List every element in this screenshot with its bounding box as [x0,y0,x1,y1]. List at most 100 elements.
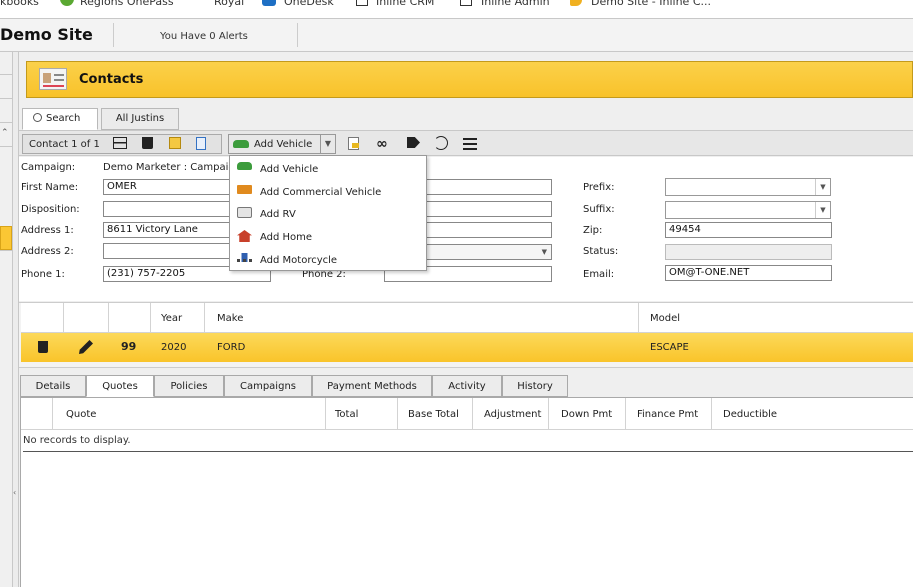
address2-label: Address 2: [21,246,74,257]
bookmark-item[interactable]: Inline CRM [376,0,434,8]
document-add-icon[interactable] [196,137,206,150]
divider [0,250,13,251]
campaign-value: Demo Marketer : Campaign [103,162,242,173]
tab-search[interactable]: Search [22,108,98,130]
tab-label: Details [35,381,71,392]
column-header-deductible[interactable]: Deductible [723,409,777,420]
divider [0,146,13,147]
tab-policies[interactable]: Policies [154,375,224,397]
column-header-down-pmt[interactable]: Down Pmt [561,409,612,420]
quote-icon[interactable]: 99 [121,340,136,353]
bookmarks-bar: kbooks Regions OnePass Royal OneDesk Inl… [0,0,913,18]
column-divider [108,303,109,333]
empty-message: No records to display. [23,432,913,452]
email-input[interactable]: OM@T-ONE.NET [665,265,832,281]
vehicle-grid-header: Year Make Model [21,303,913,333]
tab-payment-methods[interactable]: Payment Methods [312,375,432,397]
splitter-arrow-icon[interactable]: ‹ [13,488,16,497]
column-header-finance-pmt[interactable]: Finance Pmt [637,409,698,420]
delete-icon[interactable] [38,341,48,353]
demo-site-icon [570,0,582,6]
tab-label: History [517,381,553,392]
zip-input[interactable]: 49454 [665,222,832,238]
left-nav-rail: ⌃ [0,52,13,587]
chevron-down-icon: ▼ [815,179,830,195]
rv-icon [237,207,252,218]
menu-item-add-commercial-vehicle[interactable]: Add Commercial Vehicle [230,181,426,203]
column-divider [63,303,64,333]
bookmark-item[interactable]: OneDesk [284,0,334,8]
contact-counter: Contact 1 of 1 [29,139,100,150]
column-divider [325,398,326,430]
menu-item-add-motorcycle[interactable]: Add Motorcycle [230,249,426,271]
car-icon [237,162,252,170]
tab-history[interactable]: History [502,375,568,397]
note-icon[interactable] [169,137,181,149]
column-header-make[interactable]: Make [217,313,243,324]
search-icon [33,113,42,122]
motorcycle-icon [237,253,252,262]
suffix-select[interactable]: ▼ [665,201,831,219]
tab-quotes[interactable]: Quotes [86,375,154,397]
phone1-label: Phone 1: [21,269,65,280]
prefix-select[interactable]: ▼ [665,178,831,196]
tab-label: Payment Methods [327,381,417,392]
edit-icon[interactable] [79,340,93,354]
menu-item-label: Add Home [260,232,313,243]
table-row[interactable]: 99 2020 FORD ESCAPE [21,333,913,362]
first-name-label: First Name: [21,182,79,193]
bookmark-item[interactable]: Regions OnePass [80,0,174,8]
page-icon [460,0,472,6]
bookmark-item[interactable]: kbooks [0,0,39,8]
vehicle-make: FORD [217,342,246,353]
column-header-model[interactable]: Model [650,313,680,324]
alerts-link[interactable]: You Have 0 Alerts [160,31,248,42]
divider [0,74,13,75]
menu-item-label: Add Commercial Vehicle [260,187,382,198]
menu-item-label: Add Motorcycle [260,255,338,266]
nav-item-active[interactable] [0,226,12,250]
tab-details[interactable]: Details [20,375,86,397]
status-input [665,244,832,260]
chevron-down-icon: ▼ [541,248,547,256]
column-divider [204,303,205,333]
column-header-quote[interactable]: Quote [66,409,96,420]
chevron-down-icon[interactable]: ▼ [320,135,335,153]
campaign-label: Campaign: [21,162,76,173]
bookmark-item[interactable]: Royal [214,0,244,8]
tab-activity[interactable]: Activity [432,375,502,397]
list-icon[interactable] [463,138,477,150]
history-icon[interactable] [434,136,448,150]
column-header-year[interactable]: Year [161,313,182,324]
email-label: Email: [583,269,615,280]
document-icon[interactable] [348,137,359,150]
add-vehicle-button[interactable]: Add Vehicle ▼ [228,134,336,154]
menu-item-label: Add RV [260,209,296,220]
column-header-adjustment[interactable]: Adjustment [484,409,541,420]
column-divider [472,398,473,430]
site-name: Demo Site [0,25,93,44]
tab-campaigns[interactable]: Campaigns [224,375,312,397]
section-header: Contacts [26,61,913,98]
section-title: Contacts [79,72,144,87]
column-header-total[interactable]: Total [335,409,358,420]
column-header-base-total[interactable]: Base Total [408,409,459,420]
collapse-arrow-icon[interactable]: ⌃ [1,128,9,138]
delete-icon[interactable] [142,137,153,149]
tab-label: Campaigns [239,381,296,392]
tab-all-justins[interactable]: All Justins [101,108,179,130]
column-divider [52,398,53,430]
zip-label: Zip: [583,225,603,236]
status-label: Status: [583,246,619,257]
bookmark-item[interactable]: Inline Admin [481,0,550,8]
menu-item-add-home[interactable]: Add Home [230,226,426,248]
menu-item-add-vehicle[interactable]: Add Vehicle [230,158,426,180]
app-header: Demo Site You Have 0 Alerts [0,18,913,52]
bookmark-item[interactable]: Demo Site - Inline C... [591,0,711,8]
quotes-grid: Quote Total Base Total Adjustment Down P… [20,397,913,587]
tab-label: Activity [448,381,486,392]
truck-icon [237,185,252,194]
menu-item-add-rv[interactable]: Add RV [230,203,426,225]
grid-view-icon[interactable] [113,137,127,149]
link-icon[interactable]: ∞ [376,137,388,151]
